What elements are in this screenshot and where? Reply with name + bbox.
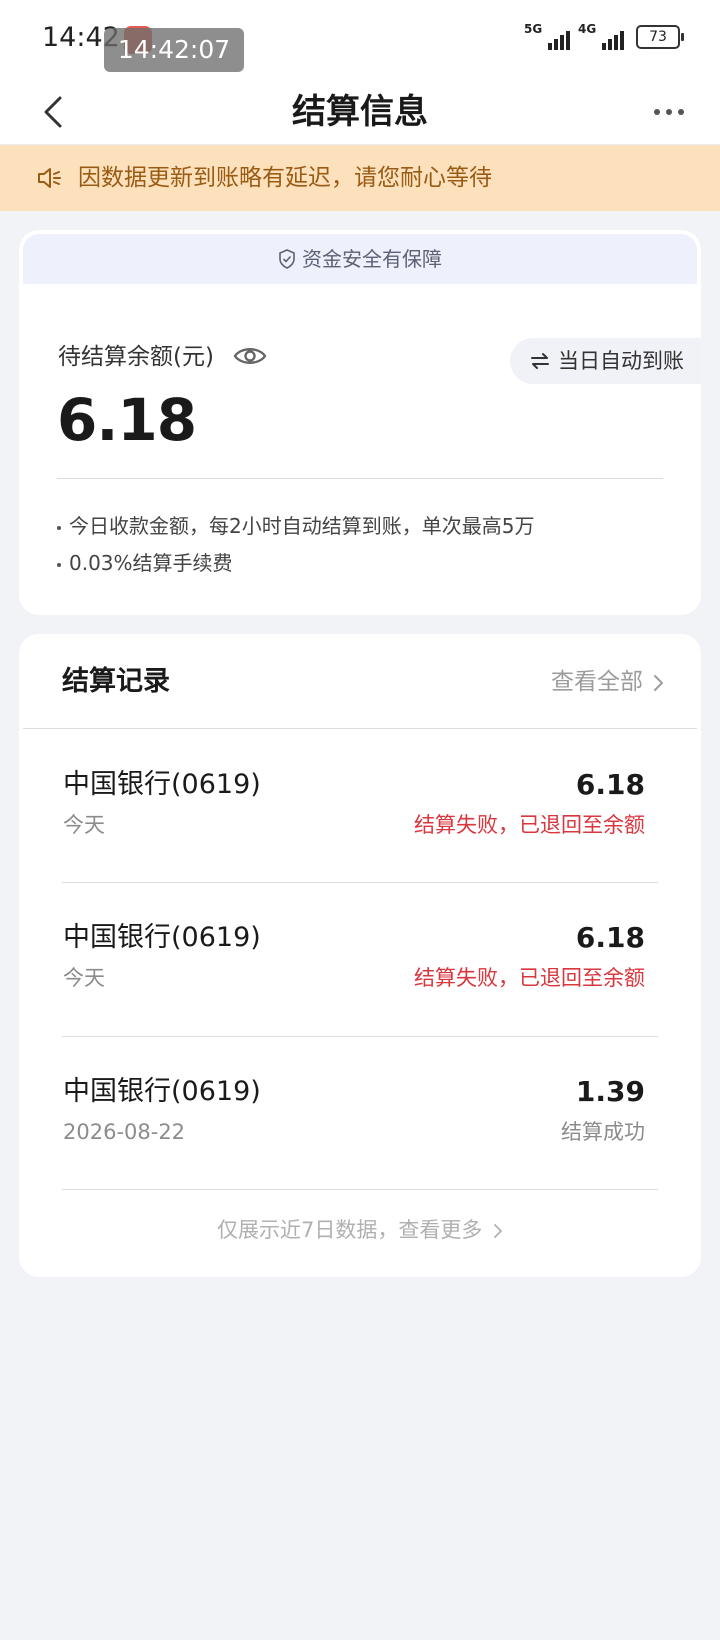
records-footer-text: 仅展示近7日数据，查看更多 [216, 1218, 483, 1242]
balance-amount: 6.18 [57, 386, 197, 454]
divider [62, 1189, 658, 1190]
record-bank: 中国银行(0619) [63, 922, 261, 953]
chevron-right-icon [494, 1224, 502, 1238]
battery-icon: 73 [636, 25, 684, 49]
nav-bar: 结算信息 [0, 80, 720, 145]
record-status: 结算失败，已退回至余额 [414, 966, 645, 990]
record-amount: 6.18 [575, 768, 645, 801]
signal-4g-icon: 4G [578, 22, 624, 50]
safety-banner: 资金安全有保障 [23, 234, 697, 284]
record-bank: 中国银行(0619) [63, 769, 261, 800]
record-date: 2026-08-22 [63, 1120, 186, 1144]
balance-label: 待结算余额(元) [58, 344, 214, 370]
auto-settle-button[interactable]: 当日自动到账 [510, 338, 701, 384]
safety-text: 资金安全有保障 [302, 247, 442, 271]
speaker-icon [38, 168, 61, 188]
auto-settle-label: 当日自动到账 [558, 349, 684, 373]
record-status: 结算成功 [561, 1120, 645, 1144]
record-date: 今天 [63, 966, 105, 990]
notice-banner: 因数据更新到账略有延迟，请您耐心等待 [0, 145, 720, 211]
record-date: 今天 [63, 813, 105, 837]
divider [57, 478, 663, 479]
record-row[interactable]: 中国银行(0619) 6.18 今天 结算失败，已退回至余额 [19, 882, 701, 1032]
notice-text: 因数据更新到账略有延迟，请您耐心等待 [78, 165, 492, 191]
swap-arrows-icon [531, 353, 549, 369]
shield-check-icon [279, 249, 295, 269]
rule-item: 今日收款金额，每2小时自动结算到账，单次最高5万 [57, 511, 534, 541]
signal-5g-icon: 5G [524, 22, 570, 50]
rule-text: 0.03%结算手续费 [69, 551, 233, 575]
record-status: 结算失败，已退回至余额 [414, 813, 645, 837]
status-bar: 14:42 14:42:07 5G 4G 73 [0, 0, 720, 80]
network-type-label: 5G [524, 22, 543, 36]
chevron-right-icon[interactable] [653, 674, 665, 692]
records-title: 结算记录 [62, 666, 170, 697]
network-type-label: 4G [578, 22, 597, 36]
rule-item: 0.03%结算手续费 [57, 548, 233, 578]
record-row[interactable]: 中国银行(0619) 6.18 今天 结算失败，已退回至余额 [19, 729, 701, 879]
status-indicators: 5G 4G 73 [524, 22, 684, 50]
balance-card: 资金安全有保障 待结算余额(元) 当日自动到账 6.18 今日收款金额，每2小时… [19, 230, 701, 615]
time-overlay: 14:42:07 [104, 28, 244, 72]
rule-text: 今日收款金额，每2小时自动结算到账，单次最高5万 [69, 514, 535, 538]
record-amount: 6.18 [575, 921, 645, 954]
record-row[interactable]: 中国银行(0619) 1.39 2026-08-22 结算成功 [19, 1036, 701, 1186]
record-amount: 1.39 [575, 1075, 645, 1108]
eye-icon[interactable] [233, 342, 267, 370]
records-footer[interactable]: 仅展示近7日数据，查看更多 [19, 1214, 701, 1246]
more-dots-icon[interactable] [652, 100, 686, 124]
record-bank: 中国银行(0619) [63, 1076, 261, 1107]
view-all-link[interactable]: 查看全部 [551, 664, 643, 700]
settlement-records-card: 结算记录 查看全部 中国银行(0619) 6.18 今天 结算失败，已退回至余额… [19, 634, 701, 1277]
page-title: 结算信息 [292, 92, 428, 132]
